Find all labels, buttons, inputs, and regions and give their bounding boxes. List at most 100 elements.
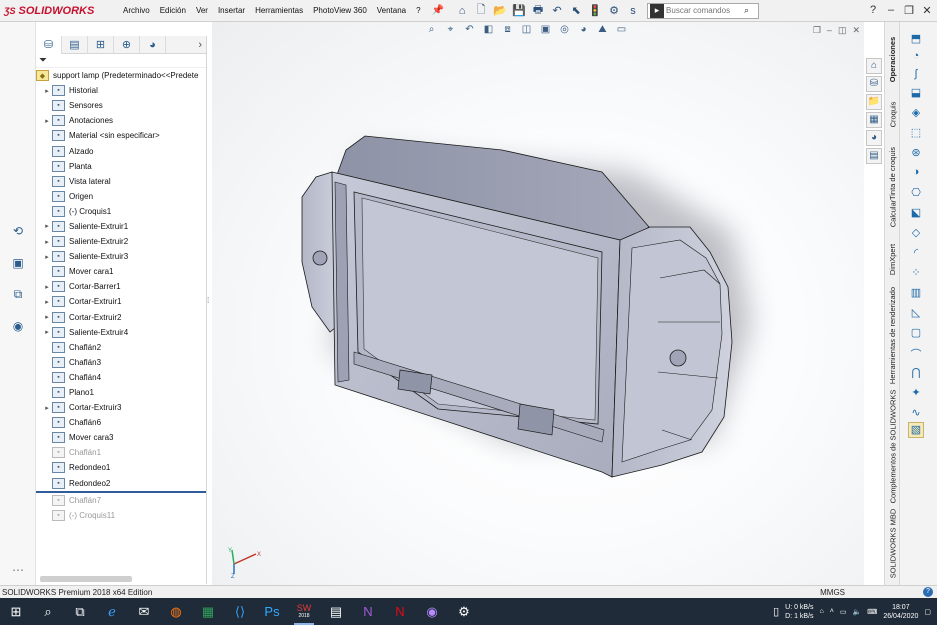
- options-gear-icon[interactable]: ⚙: [606, 3, 622, 19]
- search-icon[interactable]: ⌕: [744, 5, 749, 16]
- tab-mbd[interactable]: SOLIDWORKS MBD: [885, 504, 901, 582]
- wrap-icon[interactable]: ⌒: [908, 346, 924, 362]
- taskbar-vscode-icon[interactable]: ⟨⟩: [224, 598, 256, 625]
- feature-tree-item[interactable]: ▸ ▪ Cortar-Extruir3: [36, 400, 206, 415]
- expand-arrow-icon[interactable]: ▸: [42, 87, 52, 95]
- taskbar-settings-icon[interactable]: ⚙: [448, 598, 480, 625]
- rib-icon[interactable]: ▥: [908, 286, 924, 302]
- feature-tree-item[interactable]: ▸ ▪ Saliente-Extruir2: [36, 234, 206, 249]
- menu-ventana[interactable]: Ventana: [372, 6, 411, 15]
- swept-boss-icon[interactable]: ∫: [908, 68, 924, 84]
- tray-volume-icon[interactable]: 🔈: [853, 608, 862, 616]
- tab-complementos[interactable]: Complementos de SOLIDWORKS: [885, 389, 901, 503]
- intersect-icon[interactable]: ⋂: [908, 366, 924, 382]
- more-icon[interactable]: ⋯: [10, 563, 26, 579]
- taskbar-onenote-icon[interactable]: N: [352, 598, 384, 625]
- status-help-icon[interactable]: ?: [923, 587, 933, 597]
- undo-icon[interactable]: ↶: [549, 3, 565, 19]
- feature-tree-item[interactable]: ▸ ▪ Anotaciones: [36, 113, 206, 128]
- lofted-cut-icon[interactable]: ⬕: [908, 206, 924, 222]
- graphics-viewport[interactable]: ⌕ ⌖ ↶ ◧ ⧈ ◫ ▣ ◎ ◕ ⛰ ▭ ❐ – ◫ ✕ X Y Z: [212, 22, 864, 585]
- shell-icon[interactable]: ▢: [908, 326, 924, 342]
- lofted-boss-icon[interactable]: ⬓: [908, 86, 924, 102]
- feature-tree-item[interactable]: ▪ Alzado: [36, 143, 206, 158]
- feature-tree-item[interactable]: ▸ ▪ Saliente-Extruir4: [36, 325, 206, 340]
- taskbar-solidworks-icon[interactable]: SW 2018: [288, 598, 320, 625]
- feature-tree-item[interactable]: ▪ Mover cara1: [36, 264, 206, 279]
- home-icon[interactable]: ⌂: [454, 3, 470, 19]
- boundary-cut-icon[interactable]: ◇: [908, 226, 924, 242]
- chevron-right-icon[interactable]: ›: [198, 39, 206, 51]
- tab-operaciones[interactable]: Operaciones: [885, 28, 901, 90]
- design-library-icon[interactable]: ⛁: [866, 76, 882, 92]
- expand-arrow-icon[interactable]: ▸: [42, 328, 52, 336]
- tray-keyboard-icon[interactable]: ⌨: [867, 608, 877, 616]
- taskbar-photoshop-icon[interactable]: Ps: [256, 598, 288, 625]
- menu-herramientas[interactable]: Herramientas: [250, 6, 308, 15]
- feature-tree-item[interactable]: ▸ ▪ Saliente-Extruir3: [36, 249, 206, 264]
- feature-tree-item[interactable]: ▪ Chaflán3: [36, 355, 206, 370]
- dimxpert-tab-icon[interactable]: ⊕: [114, 35, 140, 54]
- view-palette-pane-icon[interactable]: ▦: [866, 112, 882, 128]
- draft-icon[interactable]: ◺: [908, 306, 924, 322]
- display-settings-icon[interactable]: ◉: [10, 319, 26, 335]
- search-input[interactable]: [666, 6, 745, 15]
- expand-arrow-icon[interactable]: ▸: [42, 222, 52, 230]
- feature-tree-item[interactable]: ▪ Plano1: [36, 385, 206, 400]
- reference-geometry-icon[interactable]: ✦: [908, 386, 924, 402]
- file-explorer-icon[interactable]: 📁: [866, 94, 882, 110]
- rotate-view-icon[interactable]: ⟲: [10, 224, 26, 240]
- custom-properties-icon[interactable]: ▤: [866, 148, 882, 164]
- tab-calcular[interactable]: Calcular: [885, 192, 901, 234]
- feature-tree-item[interactable]: ▸ ▪ Cortar-Extruir2: [36, 310, 206, 325]
- minimize-icon[interactable]: –: [883, 0, 899, 20]
- close-icon[interactable]: ✕: [919, 0, 935, 20]
- taskbar-mail-icon[interactable]: ✉: [128, 598, 160, 625]
- display-manager-tab-icon[interactable]: ◕: [140, 35, 166, 54]
- feature-tree-item[interactable]: ▪ Chaflán4: [36, 370, 206, 385]
- appearances-pane-icon[interactable]: ◕: [866, 130, 882, 146]
- tray-display-icon[interactable]: ▭: [840, 608, 847, 616]
- feature-tree-item[interactable]: ▸ ▪ Saliente-Extruir1: [36, 219, 206, 234]
- appearances-icon[interactable]: ⧉: [10, 287, 26, 303]
- tray-chevron-up-icon[interactable]: ˄: [830, 608, 834, 615]
- feature-tree-item[interactable]: ▪ Vista lateral: [36, 174, 206, 189]
- revolved-boss-icon[interactable]: ◔: [908, 50, 924, 66]
- tab-herramientas-renderizado[interactable]: Herramientas de renderizado: [885, 284, 901, 386]
- feature-tree-root[interactable]: ◆ support lamp (Predeterminado<<Predete: [36, 68, 206, 83]
- feature-tree-item[interactable]: ▪ Sensores: [36, 98, 206, 113]
- menu-photoview[interactable]: PhotoView 360: [308, 6, 372, 15]
- revolved-cut-icon[interactable]: ◑: [908, 166, 924, 182]
- feature-tree-item[interactable]: ▪ Chaflán6: [36, 415, 206, 430]
- search-commands-box[interactable]: ▸ ⌕: [647, 2, 760, 19]
- view-palette-icon[interactable]: ▣: [10, 256, 26, 272]
- feature-tree-tab-icon[interactable]: ⛁: [36, 35, 62, 54]
- feature-tree-item[interactable]: ▪ Redondeo2: [36, 476, 206, 491]
- expand-arrow-icon[interactable]: ▸: [42, 283, 52, 291]
- feature-tree-item[interactable]: ▪ Origen: [36, 189, 206, 204]
- configuration-manager-tab-icon[interactable]: ⊞: [88, 35, 114, 54]
- pin-icon[interactable]: 📌: [432, 5, 444, 16]
- rebuild-icon[interactable]: 🚦: [587, 3, 603, 19]
- expand-arrow-icon[interactable]: ▸: [42, 313, 52, 321]
- extruded-cut-icon[interactable]: ⬚: [908, 126, 924, 142]
- expand-arrow-icon[interactable]: ▸: [42, 117, 52, 125]
- menu-ver[interactable]: Ver: [191, 6, 213, 15]
- solidworks-logo[interactable]: ƷS SOLIDWORKS: [0, 5, 118, 17]
- feature-tree-item[interactable]: ▪ (-) Croquis1: [36, 204, 206, 219]
- feature-tree-item[interactable]: ▪ Planta: [36, 159, 206, 174]
- property-manager-tab-icon[interactable]: ▤: [62, 35, 88, 54]
- menu-archivo[interactable]: Archivo: [118, 6, 155, 15]
- taskbar-media-icon[interactable]: ◉: [416, 598, 448, 625]
- swept-cut-icon[interactable]: ⎔: [908, 186, 924, 202]
- feature-tree-item[interactable]: ▪ Chaflán7: [36, 493, 206, 508]
- menu-help[interactable]: ?: [411, 6, 425, 15]
- windows-start-icon[interactable]: ⊞: [0, 598, 32, 625]
- feature-tree-item[interactable]: ▪ Redondeo1: [36, 460, 206, 475]
- taskbar-clock[interactable]: 18:07 26/04/2020: [883, 603, 918, 621]
- taskbar-edge-icon[interactable]: ℯ: [96, 598, 128, 625]
- new-document-icon[interactable]: 🗋: [473, 3, 489, 19]
- feature-tree-item[interactable]: ▪ Chaflán1: [36, 445, 206, 460]
- taskbar-calculator-icon[interactable]: ▤: [320, 598, 352, 625]
- expand-arrow-icon[interactable]: ▸: [42, 238, 52, 246]
